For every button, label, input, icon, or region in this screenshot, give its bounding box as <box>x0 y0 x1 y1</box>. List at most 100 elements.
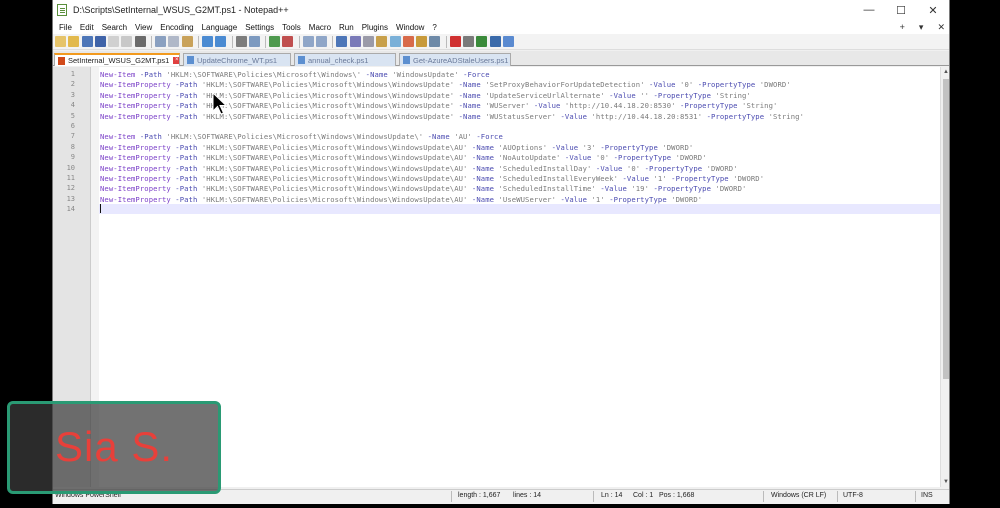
play-multi-icon[interactable] <box>489 36 501 47</box>
close-tab-icon[interactable]: ✕ <box>937 22 945 33</box>
line-number: 5 <box>70 111 75 120</box>
all-chars-icon[interactable] <box>349 36 361 47</box>
save-icon[interactable] <box>81 36 93 47</box>
code-line[interactable]: New-ItemProperty -Path 'HKLM:\SOFTWARE\P… <box>100 112 804 121</box>
new-icon[interactable] <box>55 36 66 47</box>
word-wrap-icon[interactable] <box>336 36 348 47</box>
redo-icon[interactable] <box>215 36 227 47</box>
play-icon[interactable] <box>476 36 488 47</box>
code-line[interactable]: New-ItemProperty -Path 'HKLM:\SOFTWARE\P… <box>100 143 693 152</box>
text-caret <box>100 204 101 214</box>
code-line[interactable]: New-Item -Path 'HKLM:\SOFTWARE\Policies\… <box>100 132 503 141</box>
string-token: 'ScheduledInstallDay' <box>498 163 592 173</box>
zoom-in-icon[interactable] <box>269 36 281 47</box>
menu-plugins[interactable]: Plugins <box>358 23 392 32</box>
status-eol[interactable]: Windows (CR LF) <box>771 492 826 499</box>
print-icon[interactable] <box>134 36 146 47</box>
line-number: 6 <box>70 122 75 130</box>
parameter-token: -Path <box>170 184 202 194</box>
status-col: Col : 1 <box>633 492 654 499</box>
save-macro-icon[interactable] <box>502 36 514 47</box>
parameter-token: -Path <box>170 194 202 204</box>
menu-window[interactable]: Window <box>392 23 428 32</box>
minimize-button[interactable]: — <box>853 0 885 20</box>
undo-icon[interactable] <box>201 36 213 47</box>
menu-view[interactable]: View <box>131 23 156 32</box>
menu-language[interactable]: Language <box>198 23 242 32</box>
toolbar-separator <box>197 35 199 48</box>
code-line[interactable]: New-ItemProperty -Path 'HKLM:\SOFTWARE\P… <box>100 164 738 173</box>
close-all-icon[interactable] <box>121 36 133 47</box>
monitor-icon[interactable] <box>429 36 441 47</box>
parameter-token: -Value <box>591 163 627 173</box>
open-icon[interactable] <box>68 36 80 47</box>
string-token: 'HKLM:\SOFTWARE\Policies\Microsoft\Windo… <box>201 142 468 152</box>
status-length: length : 1,667 <box>458 492 501 499</box>
string-token: '3' <box>582 142 596 152</box>
replace-icon[interactable] <box>248 36 260 47</box>
file-tab[interactable]: SetInternal_WSUS_G2MT.ps1 × <box>54 53 180 66</box>
string-token: 'DWORD' <box>675 153 707 163</box>
code-line[interactable]: New-ItemProperty -Path 'HKLM:\SOFTWARE\P… <box>100 153 707 162</box>
menu-help[interactable]: ? <box>428 23 440 32</box>
scroll-up-icon[interactable]: ▲ <box>941 67 949 77</box>
stop-icon[interactable] <box>463 36 475 47</box>
menu-edit[interactable]: Edit <box>76 23 98 32</box>
maximize-button[interactable]: ☐ <box>885 0 917 20</box>
file-tab[interactable]: annual_check.ps1 <box>294 53 396 66</box>
status-encoding[interactable]: UTF-8 <box>843 492 863 499</box>
menu-macro[interactable]: Macro <box>305 23 335 32</box>
function-list-icon[interactable] <box>402 36 414 47</box>
string-token: 'HKLM:\SOFTWARE\Policies\Microsoft\Windo… <box>201 174 468 183</box>
vertical-scrollbar[interactable]: ▲ ▼ <box>940 67 949 487</box>
toolbar-separator <box>151 35 153 48</box>
toolbar-separator <box>332 35 334 48</box>
string-token: 'WUStatusServer' <box>485 111 557 121</box>
menu-settings[interactable]: Settings <box>241 23 278 32</box>
sync-v-icon[interactable] <box>302 36 314 47</box>
tab-list-icon[interactable]: ▾ <box>919 22 924 33</box>
find-icon[interactable] <box>235 36 247 47</box>
code-line[interactable]: New-ItemProperty -Path 'HKLM:\SOFTWARE\P… <box>100 80 791 89</box>
tab-close-icon[interactable]: × <box>173 57 179 64</box>
indent-guide-icon[interactable] <box>362 36 374 47</box>
code-line[interactable]: New-ItemProperty -Path 'HKLM:\SOFTWARE\P… <box>100 174 764 183</box>
menu-file[interactable]: File <box>55 23 76 32</box>
line-number: 11 <box>66 174 75 182</box>
code-line[interactable]: New-ItemProperty -Path 'HKLM:\SOFTWARE\P… <box>100 91 751 100</box>
scrollbar-thumb[interactable] <box>943 79 949 379</box>
copy-icon[interactable] <box>168 36 180 47</box>
code-line[interactable]: New-Item -Path 'HKLM:\SOFTWARE\Policies\… <box>100 70 490 79</box>
code-line[interactable]: New-ItemProperty -Path 'HKLM:\SOFTWARE\P… <box>100 101 777 110</box>
save-all-icon[interactable] <box>94 36 106 47</box>
parameter-token: -PropertyType <box>693 80 760 90</box>
scroll-down-icon[interactable]: ▼ <box>941 477 949 487</box>
code-line[interactable]: New-ItemProperty -Path 'HKLM:\SOFTWARE\P… <box>100 195 702 204</box>
line-number: 12 <box>66 184 75 193</box>
cmdlet-token: New-ItemProperty <box>100 111 171 121</box>
folder-workspace-icon[interactable] <box>416 36 428 47</box>
menu-run[interactable]: Run <box>335 23 358 32</box>
string-token: 'HKLM:\SOFTWARE\Policies\Microsoft\Windo… <box>166 132 424 142</box>
file-tab[interactable]: Get-AzureADStaleUsers.ps1 <box>399 53 511 66</box>
string-token: '0' <box>626 163 641 173</box>
line-number: 7 <box>70 132 75 141</box>
close-icon[interactable] <box>108 36 120 47</box>
record-icon[interactable] <box>449 36 461 47</box>
parameter-token: -Value <box>644 80 681 90</box>
cut-icon[interactable] <box>155 36 167 47</box>
menu-tools[interactable]: Tools <box>278 23 305 32</box>
new-tab-plus-icon[interactable]: + <box>900 22 905 32</box>
parameter-token: -PropertyType <box>595 142 663 152</box>
screen: D:\Scripts\SetInternal_WSUS_G2MT.ps1 - N… <box>0 0 1000 508</box>
menu-encoding[interactable]: Encoding <box>156 23 197 32</box>
paste-icon[interactable] <box>181 36 193 47</box>
file-tab[interactable]: UpdateChrome_WT.ps1 <box>183 53 291 66</box>
doc-map-icon[interactable] <box>389 36 401 47</box>
close-window-button[interactable]: ✕ <box>917 0 949 20</box>
code-line[interactable]: New-ItemProperty -Path 'HKLM:\SOFTWARE\P… <box>100 184 746 193</box>
menu-search[interactable]: Search <box>98 23 131 32</box>
udl-icon[interactable] <box>376 36 388 47</box>
zoom-out-icon[interactable] <box>282 36 294 47</box>
sync-h-icon[interactable] <box>316 36 328 47</box>
